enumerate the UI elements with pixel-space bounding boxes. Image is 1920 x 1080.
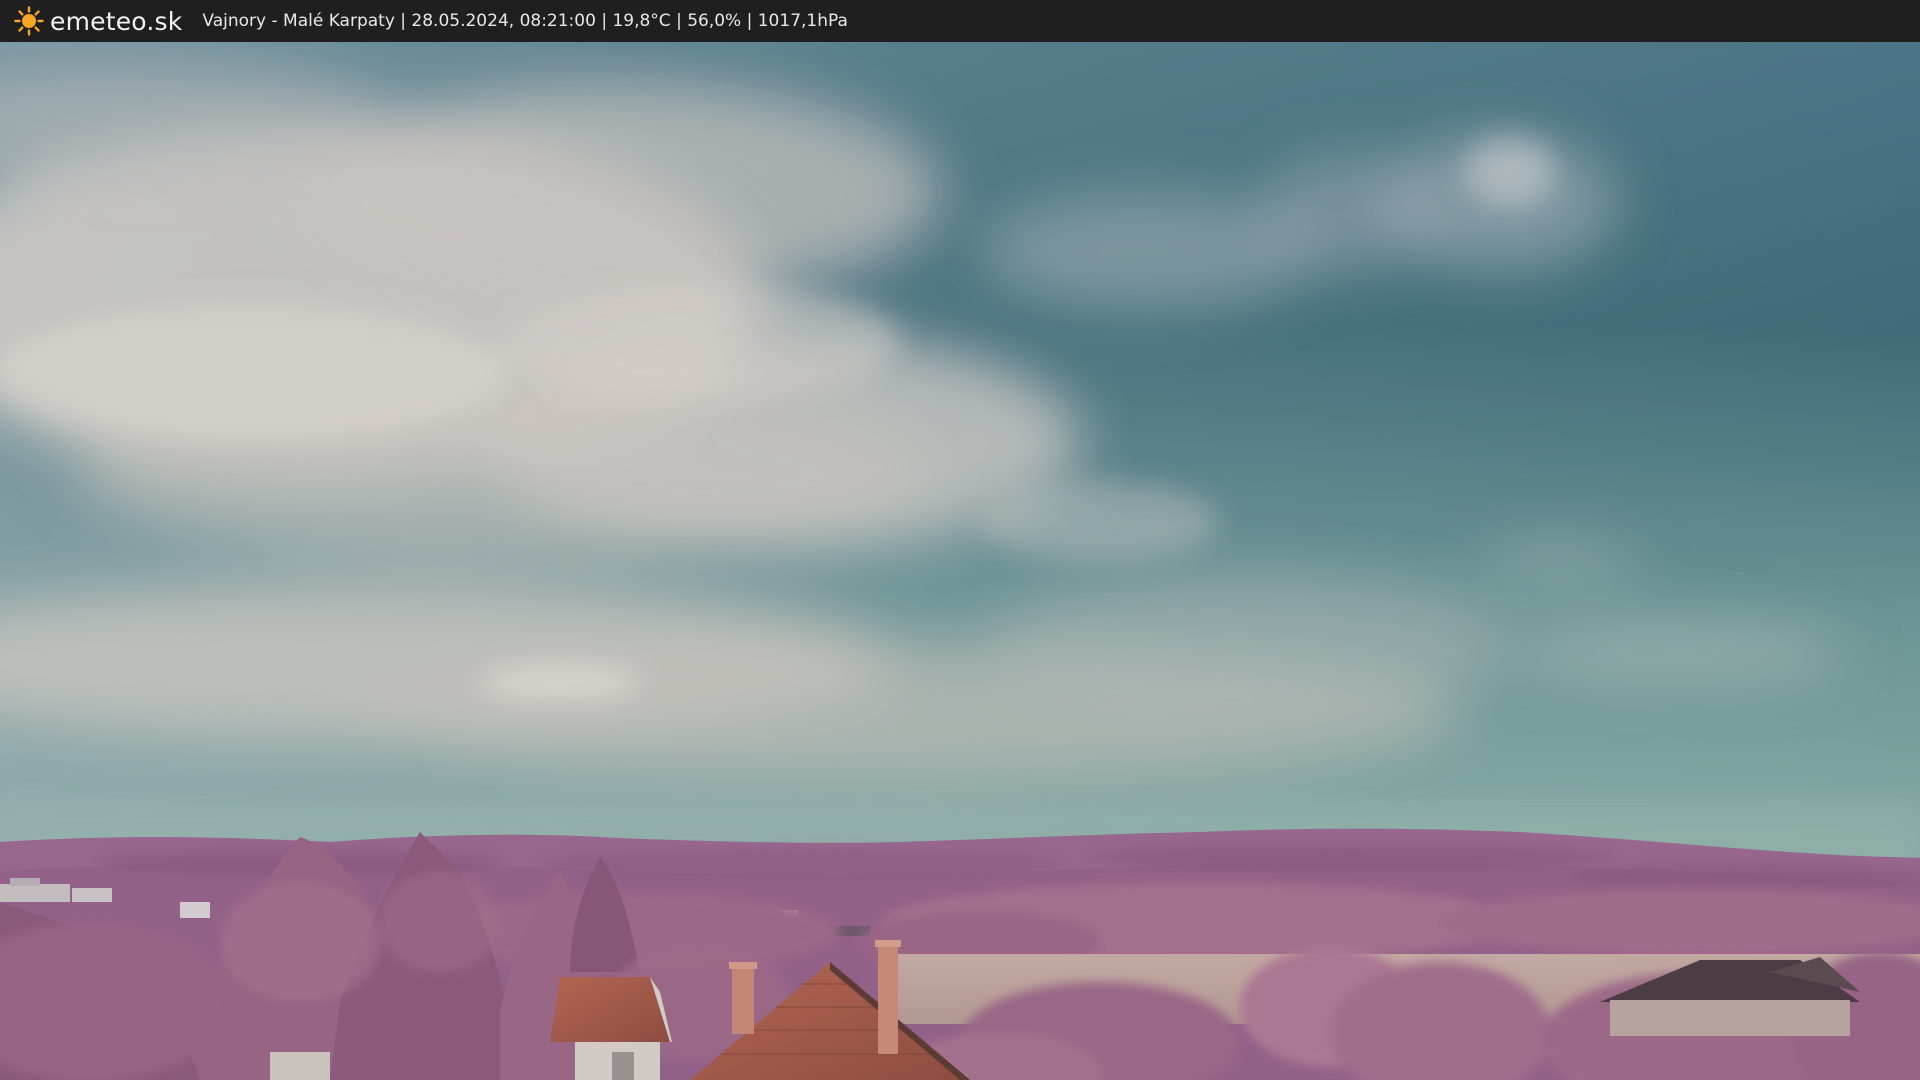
webcam-frame: emeteo.sk Vajnory - Malé Karpaty | 28.05… <box>0 0 1920 1080</box>
webcam-image <box>0 42 1920 1080</box>
sun-icon <box>14 6 44 36</box>
station-caption: Vajnory - Malé Karpaty | 28.05.2024, 08:… <box>202 11 848 31</box>
site-logo[interactable]: emeteo.sk <box>14 6 182 36</box>
header-bar: emeteo.sk Vajnory - Malé Karpaty | 28.05… <box>0 0 1920 42</box>
brand-name: emeteo.sk <box>50 6 183 36</box>
